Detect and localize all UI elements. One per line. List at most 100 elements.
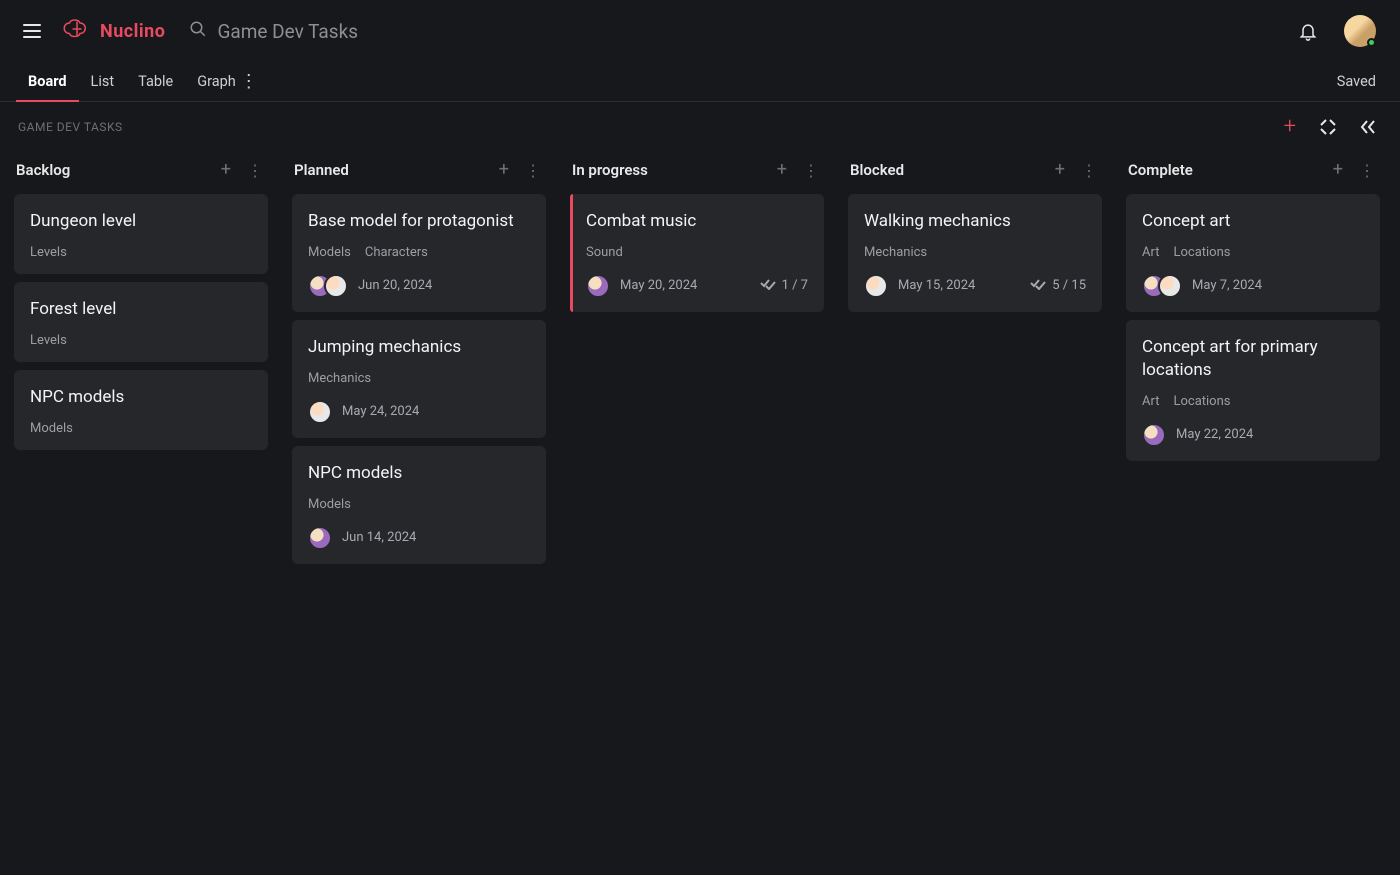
card-date: May 15, 2024 [898,278,975,293]
user-avatar[interactable] [1344,15,1376,47]
card-date: May 7, 2024 [1192,278,1262,293]
card-tags: Sound [586,245,808,260]
search-input[interactable]: Game Dev Tasks [189,20,358,43]
card[interactable]: Combat music Sound May 20, 2024 1 / 7 [570,194,824,312]
avatar-icon [308,526,332,550]
brand[interactable]: Nuclino [62,18,165,44]
column-title: Blocked [850,161,904,179]
card-progress: 1 / 7 [760,278,808,294]
avatar-icon [308,400,332,424]
column-more-button[interactable]: ⋮ [525,161,542,180]
card[interactable]: Jumping mechanics Mechanics May 24, 2024 [292,320,546,438]
avatar-icon [1158,274,1182,298]
card[interactable]: Concept artArtLocationsMay 7, 2024 [1126,194,1380,312]
card-tag: Models [308,245,351,260]
view-tab-graph[interactable]: Graph [197,62,236,101]
card-tag: Models [30,421,73,436]
card-date: May 22, 2024 [1176,427,1253,442]
card-footer: May 24, 2024 [308,400,530,424]
search-icon [189,20,207,43]
menu-button[interactable] [20,19,44,43]
card-tag: Mechanics [308,371,371,386]
avatar-icon [1142,423,1166,447]
card-tags: Models Characters [308,245,530,260]
avatar-icon [586,274,610,298]
presence-dot [1367,38,1376,47]
column-title: Complete [1128,161,1193,179]
card-tag: Levels [30,333,67,348]
saved-status: Saved [1337,73,1376,90]
card-tags: Mechanics [864,245,1086,260]
card-title: Walking mechanics [864,210,1086,233]
card-progress-text: 5 / 15 [1052,278,1086,293]
brand-text: Nuclino [100,21,165,42]
column-backlog: Backlog+⋮Dungeon levelLevelsForest level… [14,156,268,875]
card-footer: May 20, 2024 1 / 7 [586,274,808,298]
card-tag: Levels [30,245,67,260]
card[interactable]: Base model for protagonist Models Characte… [292,194,546,312]
card-tags: Models [308,497,530,512]
checklist-icon [760,278,776,294]
card-tag: Locations [1173,245,1230,260]
avatar-icon [324,274,348,298]
card-footer: May 22, 2024 [1142,423,1364,447]
card-tag: Characters [365,245,428,260]
card[interactable]: Concept art for primary locations ArtLoca… [1126,320,1380,461]
notifications-button[interactable] [1298,20,1318,42]
column-more-button[interactable]: ⋮ [803,161,820,180]
views-more-button[interactable]: ⋮ [240,71,260,92]
card-tags: Levels [30,333,252,348]
card[interactable]: NPC models Models [14,370,268,450]
card[interactable]: Forest level Levels [14,282,268,362]
card-avatars [1142,423,1166,447]
card-title: Forest level [30,298,252,321]
card-avatars [308,400,332,424]
card-progress-text: 1 / 7 [782,278,808,293]
avatar-icon [864,274,888,298]
card-date: May 20, 2024 [620,278,697,293]
card[interactable]: NPC modelsModelsJun 14, 2024 [292,446,546,564]
view-tab-list[interactable]: List [91,62,115,101]
checklist-icon [1030,278,1046,294]
column-more-button[interactable]: ⋮ [1081,161,1098,180]
card-footer: Jun 14, 2024 [308,526,530,550]
card-title: Base model for protagonist [308,210,530,233]
card-tags: Levels [30,245,252,260]
column-in-progress: In progress+⋮Combat musicSoundMay 20, 20… [570,156,824,875]
card-date: Jun 20, 2024 [358,278,432,293]
search-placeholder: Game Dev Tasks [217,20,358,43]
column-more-button[interactable]: ⋮ [247,161,264,180]
card-progress: 5 / 15 [1030,278,1086,294]
collapse-sidebar-button[interactable] [1360,119,1376,135]
card-title: Concept art for primary locations [1142,336,1364,382]
view-tab-table[interactable]: Table [138,62,173,101]
view-tab-board[interactable]: Board [28,62,67,101]
card-avatars [586,274,610,298]
card-footer: May 15, 2024 5 / 15 [864,274,1086,298]
card-title: NPC models [30,386,252,409]
column-title: In progress [572,161,648,179]
column-blocked: Blocked+⋮Walking mechanicsMechanicsMay 1… [848,156,1102,875]
card-avatars [308,526,332,550]
collapse-icon[interactable] [1320,119,1336,135]
card-title: Jumping mechanics [308,336,530,359]
card-title: Dungeon level [30,210,252,233]
card-tags: Models [30,421,252,436]
card[interactable]: Walking mechanics Mechanics May 15, 2024 5 … [848,194,1102,312]
card-tag: Art [1142,245,1159,260]
card[interactable]: Dungeon level Levels [14,194,268,274]
column-complete: Complete+⋮Concept artArtLocationsMay 7, … [1126,156,1380,875]
card-title: Combat music [586,210,808,233]
card-avatars [1142,274,1182,298]
column-planned: Planned+⋮Base model for protagonistModel… [292,156,546,875]
card-tag: Sound [586,245,623,260]
column-title: Backlog [16,161,70,179]
card-footer: Jun 20, 2024 [308,274,530,298]
column-title: Planned [294,161,349,179]
column-more-button[interactable]: ⋮ [1359,161,1376,180]
card-date: Jun 14, 2024 [342,530,416,545]
board-title: Game Dev Tasks [18,120,123,134]
card-tag: Mechanics [864,245,927,260]
card-tags: ArtLocations [1142,394,1364,409]
card-date: May 24, 2024 [342,404,419,419]
